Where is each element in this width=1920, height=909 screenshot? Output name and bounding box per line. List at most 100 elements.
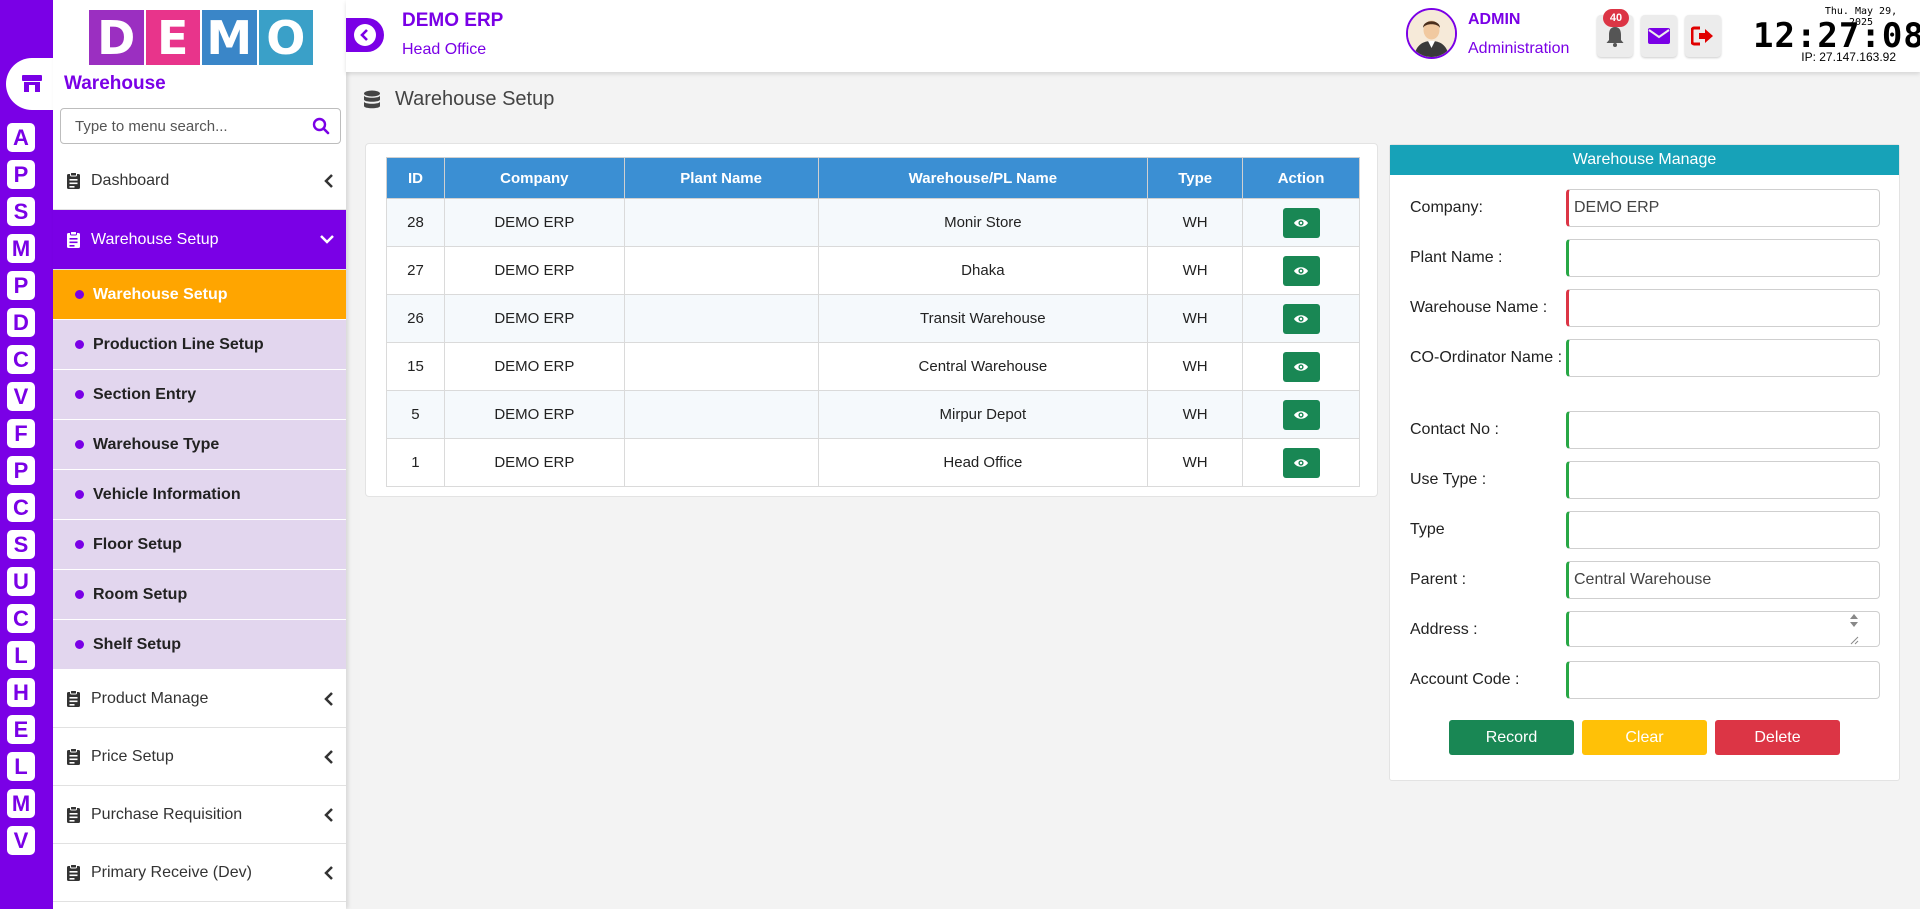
warehouse-table: ID Company Plant Name Warehouse/PL Name Type… xyxy=(386,157,1360,487)
record-button[interactable]: Record xyxy=(1449,720,1574,755)
ip-address: IP: 27.147.163.92 xyxy=(1801,50,1896,64)
cell-plant xyxy=(623,246,819,295)
sidebar-subitem[interactable]: Shelf Setup xyxy=(53,620,346,670)
sidebar-item[interactable]: Product Manage xyxy=(53,670,346,728)
cell-action xyxy=(1242,246,1360,295)
avatar[interactable] xyxy=(1406,8,1457,59)
form-actions: Record Clear Delete xyxy=(1449,720,1840,755)
view-button[interactable] xyxy=(1282,207,1320,238)
sign-out-icon xyxy=(1691,26,1713,46)
view-button[interactable] xyxy=(1282,255,1320,286)
sidebar-subitem[interactable]: Section Entry xyxy=(53,370,346,420)
logo-letter: D xyxy=(89,10,144,65)
sidebar-subitem-label: Floor Setup xyxy=(93,535,182,553)
rail-letter-button[interactable]: P xyxy=(7,271,35,300)
contact-no-label: Contact No : xyxy=(1410,421,1499,438)
column-header: Action xyxy=(1242,157,1360,199)
contact-no-field[interactable] xyxy=(1566,411,1880,449)
rail-letter-button[interactable]: A xyxy=(7,123,35,152)
sidebar-subitem[interactable]: Production Line Setup xyxy=(53,320,346,370)
parent-field[interactable] xyxy=(1566,561,1880,599)
rail-letter-button[interactable]: M xyxy=(7,234,35,263)
clipboard-icon xyxy=(66,805,81,824)
rail-letter-button[interactable]: E xyxy=(7,715,35,744)
rail-letter-button[interactable]: D xyxy=(7,308,35,337)
sidebar-subitem-label: Section Entry xyxy=(93,385,197,403)
rail-letter-button[interactable]: C xyxy=(7,345,35,374)
table-row[interactable]: 15 DEMO ERP Central Warehouse WH xyxy=(386,342,1360,391)
rail-letter-button[interactable]: C xyxy=(7,493,35,522)
spinner-arrows-icon[interactable] xyxy=(1848,612,1860,646)
eye-icon xyxy=(1294,266,1309,275)
notifications-button[interactable]: 40 xyxy=(1597,9,1633,57)
type-field[interactable] xyxy=(1566,511,1880,549)
column-header: Warehouse/PL Name xyxy=(817,157,1149,199)
rail-letter-button[interactable]: U xyxy=(7,567,35,596)
sidebar-subitem-label: Shelf Setup xyxy=(93,635,182,653)
warehouse-name-field[interactable] xyxy=(1566,289,1880,327)
menu-search-input[interactable] xyxy=(75,109,315,143)
warehouse-home-button[interactable] xyxy=(6,58,58,110)
rail-letter-button[interactable]: V xyxy=(7,382,35,411)
sidebar-item-label: Product Manage xyxy=(91,689,209,707)
logout-button[interactable] xyxy=(1685,15,1721,57)
clear-button[interactable]: Clear xyxy=(1582,720,1707,755)
rail-letter-button[interactable]: S xyxy=(7,530,35,559)
table-row[interactable]: 27 DEMO ERP Dhaka WH xyxy=(386,246,1360,295)
rail-letter-button[interactable]: L xyxy=(7,752,35,781)
chevron-left-icon xyxy=(324,866,334,885)
messages-button[interactable] xyxy=(1641,15,1677,57)
cell-id: 15 xyxy=(386,342,445,391)
rail-letter-button[interactable]: H xyxy=(7,678,35,707)
coordinator-name-field[interactable] xyxy=(1566,339,1880,377)
rail-letter-button[interactable]: V xyxy=(7,826,35,855)
table-row[interactable]: 1 DEMO ERP Head Office WH xyxy=(386,438,1360,487)
sidebar-item-warehouse-setup[interactable]: Warehouse Setup xyxy=(53,210,346,270)
table-row[interactable]: 26 DEMO ERP Transit Warehouse WH xyxy=(386,294,1360,343)
address-field[interactable] xyxy=(1566,611,1880,647)
clipboard-icon xyxy=(66,863,81,882)
bell-icon xyxy=(1606,27,1624,47)
view-button[interactable] xyxy=(1282,351,1320,382)
account-code-field[interactable] xyxy=(1566,661,1880,699)
sidebar-item-dashboard[interactable]: Dashboard xyxy=(53,152,346,210)
company-field[interactable] xyxy=(1566,189,1880,227)
rail-letter-button[interactable]: C xyxy=(7,604,35,633)
rail-letter-button[interactable]: M xyxy=(7,789,35,818)
cell-id: 5 xyxy=(386,390,445,439)
sidebar-item-label: Purchase Requisition xyxy=(91,805,243,823)
rail-letter-button[interactable]: P xyxy=(7,456,35,485)
rail-letter-button[interactable]: P xyxy=(7,160,35,189)
cell-plant xyxy=(623,294,819,343)
cell-name: Central Warehouse xyxy=(817,342,1149,391)
table-row[interactable]: 5 DEMO ERP Mirpur Depot WH xyxy=(386,390,1360,439)
sidebar-item-label: Warehouse Setup xyxy=(91,230,219,248)
chevron-left-circle-icon xyxy=(354,24,376,46)
sidebar-subitem[interactable]: Floor Setup xyxy=(53,520,346,570)
sidebar-item[interactable]: Primary Receive (Dev) xyxy=(53,844,346,902)
rail-letter-button[interactable]: S xyxy=(7,197,35,226)
warehouse-manage-form: Warehouse Manage Company: Plant Name : W… xyxy=(1389,144,1900,781)
sidebar-item[interactable]: Price Setup xyxy=(53,728,346,786)
rail-letter-button[interactable]: L xyxy=(7,641,35,670)
user-role: Administration xyxy=(1468,40,1570,57)
plant-name-field[interactable] xyxy=(1566,239,1880,277)
view-button[interactable] xyxy=(1282,447,1320,478)
type-label: Type xyxy=(1410,521,1445,538)
use-type-field[interactable] xyxy=(1566,461,1880,499)
table-row[interactable]: 28 DEMO ERP Monir Store WH xyxy=(386,198,1360,247)
view-button[interactable] xyxy=(1282,303,1320,334)
sidebar-subitem[interactable]: Room Setup xyxy=(53,570,346,620)
delete-button[interactable]: Delete xyxy=(1715,720,1840,755)
sidebar-subitem[interactable]: Warehouse Setup xyxy=(53,270,346,320)
view-button[interactable] xyxy=(1282,399,1320,430)
rail-letter-button[interactable]: F xyxy=(7,419,35,448)
sidebar-subitem[interactable]: Vehicle Information xyxy=(53,470,346,520)
sidebar-collapse-button[interactable] xyxy=(346,18,384,52)
bullet-dot-icon xyxy=(75,540,84,549)
sidebar-item[interactable]: Purchase Requisition xyxy=(53,786,346,844)
sidebar-subitem[interactable]: Warehouse Type xyxy=(53,420,346,470)
page-title: Warehouse Setup xyxy=(363,88,554,111)
search-icon[interactable] xyxy=(312,117,330,135)
cell-company: DEMO ERP xyxy=(443,294,625,343)
